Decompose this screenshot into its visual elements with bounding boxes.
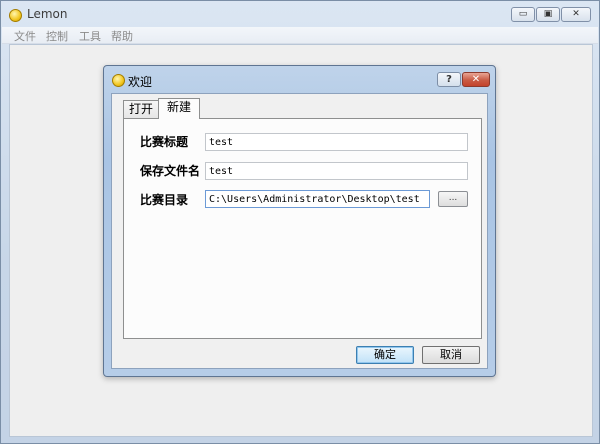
tab-panel-new: 比赛标题 保存文件名 比赛目录 ... (123, 118, 482, 339)
cancel-button[interactable]: 取消 (422, 346, 480, 364)
menu-bar: 文件 控制 工具 帮助 (2, 27, 598, 44)
menu-help[interactable]: 帮助 (111, 28, 133, 44)
contest-dir-label: 比赛目录 (140, 193, 189, 207)
dialog-body: 打开 新建 比赛标题 保存文件名 比赛目录 ... 确定 取消 (111, 93, 488, 369)
app-lemon-icon (9, 9, 22, 22)
save-filename-label: 保存文件名 (140, 164, 201, 178)
menu-control[interactable]: 控制 (46, 28, 68, 44)
welcome-dialog: 欢迎 ? ✕ 打开 新建 比赛标题 保存文件名 比赛目录 ... 确定 取消 (103, 65, 496, 377)
contest-dir-input[interactable] (205, 190, 430, 208)
window-controls: ▭ ▣ ✕ (511, 7, 591, 22)
dialog-close-button[interactable]: ✕ (462, 72, 490, 87)
menu-tools[interactable]: 工具 (79, 28, 101, 44)
help-button[interactable]: ? (437, 72, 461, 87)
minimize-button[interactable]: ▭ (511, 7, 535, 22)
ok-button[interactable]: 确定 (356, 346, 414, 364)
dialog-lemon-icon (112, 74, 125, 87)
app-title: Lemon (27, 7, 68, 21)
tab-new[interactable]: 新建 (158, 98, 200, 119)
save-filename-input[interactable] (205, 162, 468, 180)
contest-title-input[interactable] (205, 133, 468, 151)
contest-title-label: 比赛标题 (140, 135, 189, 149)
tab-open[interactable]: 打开 (123, 100, 159, 118)
maximize-button[interactable]: ▣ (536, 7, 560, 22)
dialog-title: 欢迎 (128, 75, 153, 89)
menu-file[interactable]: 文件 (14, 28, 36, 44)
title-bar[interactable]: Lemon ▭ ▣ ✕ (1, 1, 599, 27)
browse-button[interactable]: ... (438, 191, 468, 207)
close-button[interactable]: ✕ (561, 7, 591, 22)
